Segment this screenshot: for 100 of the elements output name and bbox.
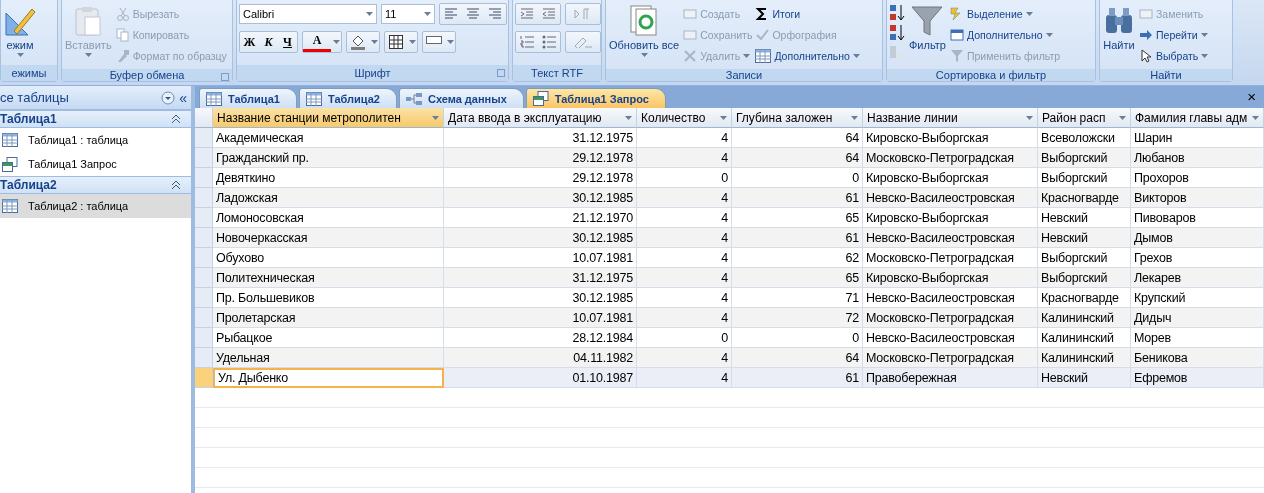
table-cell: Лекарев: [1131, 268, 1264, 288]
close-button[interactable]: ×: [1247, 88, 1256, 105]
table-cell: 0: [732, 328, 863, 348]
table-cell: Выборгский: [1038, 268, 1131, 288]
ribbon-button[interactable]: Выделение: [949, 3, 1061, 24]
column-header[interactable]: Дата ввода в эксплуатацию: [444, 108, 637, 128]
brush-icon: [115, 48, 130, 63]
row-selector[interactable]: [195, 328, 213, 348]
table-cell: 4: [637, 128, 732, 148]
row-selector[interactable]: [195, 288, 213, 308]
table-cell: 4: [637, 228, 732, 248]
grid-icon: [755, 48, 772, 63]
table-cell: Прохоров: [1131, 168, 1264, 188]
column-header[interactable]: Фамилия главы адм: [1131, 108, 1264, 128]
pane-title: се таблицы: [0, 90, 69, 105]
table-cell: 62: [732, 248, 863, 268]
collapse-button[interactable]: «: [179, 89, 187, 106]
table-cell: 61: [732, 188, 863, 208]
row-selector[interactable]: [195, 248, 213, 268]
ribbon-button[interactable]: Дополнительно: [949, 24, 1061, 45]
table-cell: Пивоваров: [1131, 208, 1264, 228]
column-header[interactable]: Название станции метрополитен: [213, 108, 444, 128]
group-label: Шрифт: [354, 67, 391, 79]
font-size-field[interactable]: 11: [381, 4, 435, 24]
table-cell: Невско-Василеостровская: [863, 328, 1038, 348]
table-cell: Выборгский: [1038, 148, 1131, 168]
caret-icon: [1201, 53, 1209, 58]
table-cell: Беникова: [1131, 348, 1264, 368]
table-cell: Девяткино: [213, 168, 444, 188]
table-cell: 4: [637, 208, 732, 228]
table-cell: 30.12.1985: [444, 288, 637, 308]
table-cell: Ладожская: [213, 188, 444, 208]
table-cell: 21.12.1970: [444, 208, 637, 228]
document-tab[interactable]: Таблица2: [298, 88, 397, 108]
launcher-icon[interactable]: [497, 69, 505, 77]
ribbon-button[interactable]: ежим: [3, 3, 37, 59]
table-cell: Гражданский пр.: [213, 148, 444, 168]
ribbon-button[interactable]: Фильтр: [908, 3, 947, 53]
font-style-button[interactable]: Ж: [240, 32, 259, 52]
document-tab[interactable]: Таблица1 Запрос: [525, 88, 666, 108]
table-cell: 4: [637, 248, 732, 268]
nav-section[interactable]: Таблица1: [0, 110, 191, 128]
caret-icon: [366, 12, 373, 16]
row-selector[interactable]: [195, 308, 213, 328]
row-selector[interactable]: [195, 128, 213, 148]
row-selector[interactable]: [195, 348, 213, 368]
row-selector[interactable]: [195, 268, 213, 288]
row-selector[interactable]: [195, 208, 213, 228]
table-cell: Шарин: [1131, 128, 1264, 148]
nav-section[interactable]: Таблица2: [0, 176, 191, 194]
caret-icon: [432, 115, 439, 120]
caret-icon: [16, 53, 24, 57]
row-selector[interactable]: [195, 188, 213, 208]
column-header[interactable]: Количество: [637, 108, 732, 128]
table-cell: 31.12.1975: [444, 268, 637, 288]
table-cell: 10.07.1981: [444, 248, 637, 268]
close-icon: [683, 48, 698, 63]
group-label: Сортировка и фильтр: [935, 69, 1047, 81]
caret-icon: [408, 40, 416, 44]
ribbon-button[interactable]: Итоги: [755, 3, 860, 24]
ribbon-button[interactable]: Дополнительно: [755, 45, 860, 66]
caret-icon: [424, 12, 431, 16]
row-selector[interactable]: [195, 368, 213, 388]
sort-ascending-icon[interactable]: [889, 3, 905, 23]
column-header[interactable]: Глубина заложен: [732, 108, 863, 128]
font-name-field[interactable]: Calibri: [239, 4, 377, 24]
document-tab[interactable]: Схема данных: [398, 88, 524, 108]
table-cell: Пр. Большевиков: [213, 288, 444, 308]
ribbon-button[interactable]: Обновить все: [608, 3, 681, 59]
table-cell: 4: [637, 308, 732, 328]
ribbon-button[interactable]: Найти: [1102, 3, 1136, 53]
row-selector[interactable]: [195, 148, 213, 168]
copy-icon: [115, 27, 130, 42]
table-cell: Невский: [1038, 228, 1131, 248]
font-style-button[interactable]: Ч: [278, 32, 297, 52]
document-tab[interactable]: Таблица1: [199, 88, 297, 108]
table-cell: Ломоносовская: [213, 208, 444, 228]
row-selector[interactable]: [195, 168, 213, 188]
caret-icon: [1252, 115, 1259, 120]
row-selector[interactable]: [195, 228, 213, 248]
ribbon-button[interactable]: Выбрать: [1139, 45, 1209, 66]
query-icon: [2, 156, 18, 172]
launcher-icon[interactable]: [221, 73, 229, 81]
table-cell: Красногварде: [1038, 288, 1131, 308]
table-cell: 10.07.1981: [444, 308, 637, 328]
nav-item[interactable]: Таблица2 : таблица: [0, 194, 191, 218]
table-icon: [305, 91, 322, 106]
table-cell: Обухово: [213, 248, 444, 268]
dropdown-icon[interactable]: [161, 90, 176, 105]
column-header[interactable]: Район расп: [1038, 108, 1131, 128]
column-header[interactable]: Название линии: [863, 108, 1038, 128]
table-cell: 61: [732, 228, 863, 248]
table-cell: Красногварде: [1038, 188, 1131, 208]
select-all-button[interactable]: [195, 108, 213, 128]
sort-descending-icon[interactable]: [889, 23, 905, 43]
font-style-button[interactable]: К: [259, 32, 278, 52]
table-cell: Московско-Петроградская: [863, 308, 1038, 328]
ribbon-button[interactable]: Перейти: [1139, 24, 1209, 45]
table-cell: Московско-Петроградская: [863, 348, 1038, 368]
table-cell: Дидыч: [1131, 308, 1264, 328]
